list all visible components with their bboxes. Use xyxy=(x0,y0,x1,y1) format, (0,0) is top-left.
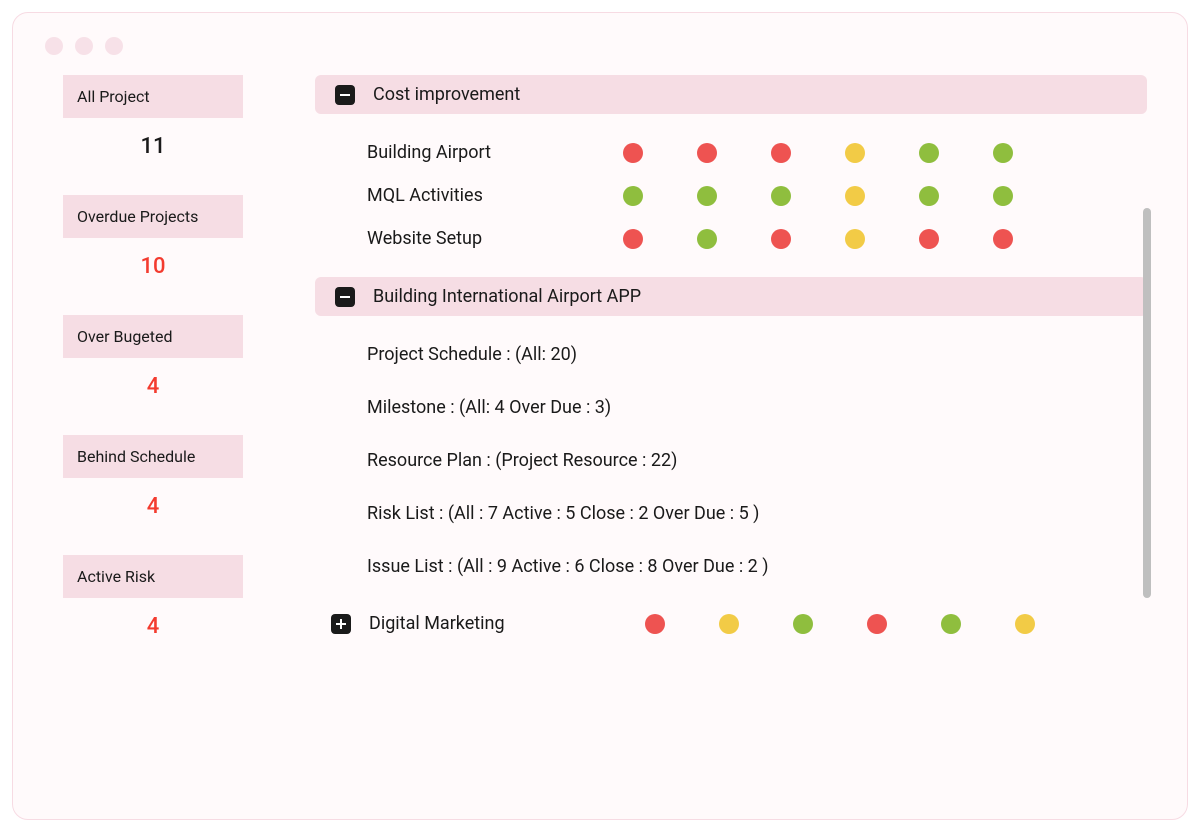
app-window: All Project 11 Overdue Projects 10 Over … xyxy=(12,12,1188,820)
metric-label: Active Risk xyxy=(63,555,243,598)
status-dots xyxy=(645,614,1035,634)
project-name: MQL Activities xyxy=(367,185,623,206)
status-dot xyxy=(993,143,1013,163)
project-list: Building Airport MQL Activities Website … xyxy=(315,142,1147,249)
project-name: Website Setup xyxy=(367,228,623,249)
status-dot xyxy=(919,229,939,249)
main-panel: Cost improvement Building Airport MQL Ac… xyxy=(315,75,1147,659)
status-dot xyxy=(919,186,939,206)
detail-resource-plan: Resource Plan : (Project Resource : 22) xyxy=(367,450,1147,471)
status-dot xyxy=(623,229,643,249)
window-dot[interactable] xyxy=(75,37,93,55)
status-dot xyxy=(845,186,865,206)
group-header: Cost improvement xyxy=(315,75,1147,114)
status-dot xyxy=(697,229,717,249)
status-dot xyxy=(771,143,791,163)
status-dot xyxy=(993,186,1013,206)
metric-all-projects: All Project 11 xyxy=(63,75,243,179)
scrollbar[interactable] xyxy=(1143,208,1151,598)
group-title: Cost improvement xyxy=(373,84,520,105)
status-dots xyxy=(623,229,1013,249)
status-dot xyxy=(1015,614,1035,634)
metric-label: Over Bugeted xyxy=(63,315,243,358)
metric-value: 4 xyxy=(63,478,243,539)
metric-behind-schedule: Behind Schedule 4 xyxy=(63,435,243,539)
metric-label: Behind Schedule xyxy=(63,435,243,478)
group-digital-marketing[interactable]: Digital Marketing xyxy=(315,613,1147,634)
metric-value: 4 xyxy=(63,598,243,659)
status-dot xyxy=(919,143,939,163)
project-name: Building Airport xyxy=(367,142,623,163)
status-dot xyxy=(867,614,887,634)
group-header: Building International Airport APP xyxy=(315,277,1147,316)
metric-label: All Project xyxy=(63,75,243,118)
group-title: Digital Marketing xyxy=(369,613,645,634)
project-row[interactable]: Building Airport xyxy=(367,142,1147,163)
collapse-icon[interactable] xyxy=(335,85,355,105)
content-area: All Project 11 Overdue Projects 10 Over … xyxy=(13,55,1187,659)
window-controls xyxy=(13,13,1187,55)
status-dot xyxy=(771,186,791,206)
status-dot xyxy=(845,229,865,249)
detail-milestone: Milestone : (All: 4 Over Due : 3) xyxy=(367,397,1147,418)
metric-value: 11 xyxy=(63,118,243,179)
group-cost-improvement: Cost improvement Building Airport MQL Ac… xyxy=(315,75,1147,249)
status-dot xyxy=(623,186,643,206)
project-row[interactable]: Website Setup xyxy=(367,228,1147,249)
expand-icon[interactable] xyxy=(331,614,351,634)
group-building-airport: Building International Airport APP Proje… xyxy=(315,277,1147,585)
metric-value: 10 xyxy=(63,238,243,299)
metric-active-risk: Active Risk 4 xyxy=(63,555,243,659)
status-dot xyxy=(623,143,643,163)
sidebar: All Project 11 Overdue Projects 10 Over … xyxy=(63,75,243,659)
status-dot xyxy=(697,143,717,163)
status-dot xyxy=(845,143,865,163)
status-dots xyxy=(623,186,1013,206)
status-dot xyxy=(645,614,665,634)
detail-project-schedule: Project Schedule : (All: 20) xyxy=(367,344,1147,365)
detail-list: Project Schedule : (All: 20) Milestone :… xyxy=(315,344,1147,585)
status-dot xyxy=(993,229,1013,249)
status-dot xyxy=(719,614,739,634)
detail-issue-list: Issue List : (All : 9 Active : 6 Close :… xyxy=(367,556,1147,577)
status-dot xyxy=(697,186,717,206)
detail-risk-list: Risk List : (All : 7 Active : 5 Close : … xyxy=(367,503,1147,524)
status-dot xyxy=(771,229,791,249)
metric-label: Overdue Projects xyxy=(63,195,243,238)
collapse-icon[interactable] xyxy=(335,287,355,307)
window-dot[interactable] xyxy=(105,37,123,55)
metric-value: 4 xyxy=(63,358,243,419)
window-dot[interactable] xyxy=(45,37,63,55)
status-dot xyxy=(941,614,961,634)
metric-overdue-projects: Overdue Projects 10 xyxy=(63,195,243,299)
project-row[interactable]: MQL Activities xyxy=(367,185,1147,206)
status-dots xyxy=(623,143,1013,163)
status-dot xyxy=(793,614,813,634)
group-title: Building International Airport APP xyxy=(373,286,641,307)
metric-over-budgeted: Over Bugeted 4 xyxy=(63,315,243,419)
